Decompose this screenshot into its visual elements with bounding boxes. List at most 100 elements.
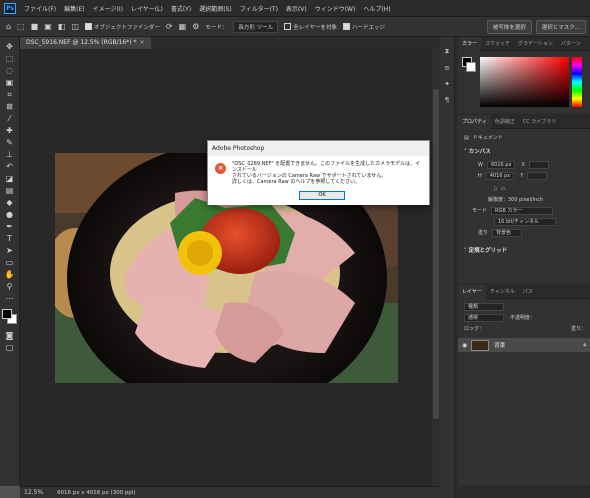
tab-adjustments[interactable]: 色調補正 bbox=[491, 115, 519, 129]
color-picker-field[interactable] bbox=[480, 57, 569, 107]
options-bar: ⌂ ⬚ ■ ▣ ◧ ◫ オブジェクトファインダー ⟳ ▦ ⚙ モード： 長方形 … bbox=[0, 17, 590, 37]
vertical-scrollbar[interactable] bbox=[432, 49, 440, 486]
tab-properties[interactable]: プロパティ bbox=[458, 114, 491, 129]
crop-tool-icon[interactable]: ⌗ bbox=[4, 90, 16, 100]
fill-select[interactable]: 背景色 bbox=[492, 228, 523, 237]
quick-mask-icon[interactable]: ◙ bbox=[4, 331, 16, 341]
status-bar: 12.5% 6016 px x 4016 px (300 ppi) bbox=[20, 486, 445, 498]
select-subject-button[interactable]: 被写体を選択 bbox=[486, 19, 532, 34]
select-mask-button[interactable]: 選択とマスク... bbox=[535, 19, 586, 34]
tab-color[interactable]: カラー bbox=[458, 36, 482, 51]
eyedropper-tool-icon[interactable]: ⁄ bbox=[4, 114, 16, 124]
lasso-tool-icon[interactable]: ◌ bbox=[4, 66, 16, 76]
hard-edge-checkbox[interactable] bbox=[342, 23, 350, 30]
intersect-selection-icon[interactable]: ◫ bbox=[71, 22, 79, 31]
brush-settings-icon[interactable]: ✦ bbox=[444, 80, 450, 88]
menu-help[interactable]: ヘルプ(H) bbox=[359, 4, 394, 13]
lock-label: ロック： bbox=[464, 326, 485, 332]
menu-type[interactable]: 書式(Y) bbox=[167, 4, 195, 13]
type-tool-icon[interactable]: T bbox=[4, 234, 16, 244]
y-label: Y bbox=[520, 172, 524, 179]
menu-filter[interactable]: フィルター(T) bbox=[236, 4, 282, 13]
ok-button[interactable]: OK bbox=[299, 191, 345, 200]
close-icon[interactable]: × bbox=[140, 39, 145, 46]
tab-cc-libraries[interactable]: CC ライブラリ bbox=[519, 115, 561, 129]
gradient-tool-icon[interactable]: ▤ bbox=[4, 186, 16, 196]
eraser-tool-icon[interactable]: ◪ bbox=[4, 174, 16, 184]
screen-mode-icon[interactable]: ▢ bbox=[4, 343, 16, 353]
menu-window[interactable]: ウィンドウ(W) bbox=[311, 4, 360, 13]
tab-swatches[interactable]: スウォッチ bbox=[481, 37, 514, 51]
portrait-icon[interactable]: ▯ bbox=[494, 186, 497, 192]
hand-tool-icon[interactable]: ✋ bbox=[4, 270, 16, 280]
more-tools-icon[interactable]: ⋯ bbox=[4, 294, 16, 304]
opacity-label: 不透明度： bbox=[510, 315, 536, 321]
menu-select[interactable]: 選択範囲(S) bbox=[195, 4, 236, 13]
menu-edit[interactable]: 編集(E) bbox=[60, 4, 88, 13]
pen-tool-icon[interactable]: ✒ bbox=[4, 222, 16, 232]
zoom-level[interactable]: 12.5% bbox=[24, 489, 43, 496]
marquee-tool-icon[interactable]: ⬚ bbox=[4, 54, 16, 64]
blend-mode-select[interactable]: 通常 bbox=[464, 313, 504, 322]
tab-channels[interactable]: チャンネル bbox=[486, 285, 519, 299]
settings-gear-icon[interactable]: ⚙ bbox=[192, 22, 199, 31]
move-tool-icon[interactable]: ✥ bbox=[4, 42, 16, 52]
object-select-tool-icon[interactable]: ▣ bbox=[4, 78, 16, 88]
eye-icon[interactable]: ◉ bbox=[462, 342, 467, 349]
paragraph-icon[interactable]: ¶ bbox=[445, 96, 449, 104]
zoom-tool-icon[interactable]: ⚲ bbox=[4, 282, 16, 292]
add-selection-icon[interactable]: ▣ bbox=[44, 22, 52, 31]
dodge-tool-icon[interactable]: ● bbox=[4, 210, 16, 220]
tab-layers[interactable]: レイヤー bbox=[458, 284, 486, 299]
document-info: 6016 px x 4016 px (300 ppi) bbox=[57, 489, 136, 496]
stamp-tool-icon[interactable]: ⊥ bbox=[4, 150, 16, 160]
subtract-selection-icon[interactable]: ◧ bbox=[58, 22, 66, 31]
color-panel-background-swatch[interactable] bbox=[466, 62, 476, 72]
menu-view[interactable]: 表示(V) bbox=[282, 4, 311, 13]
selection-tool-icon[interactable]: ⬚ bbox=[17, 22, 25, 31]
layer-background[interactable]: ◉ 背景 🔒︎ bbox=[458, 338, 590, 352]
canvas-section-header[interactable]: ˅ カンバス bbox=[458, 143, 590, 159]
frame-tool-icon[interactable]: ⊠ bbox=[4, 102, 16, 112]
sample-all-layers-checkbox[interactable] bbox=[284, 23, 292, 30]
document-tab-bar: DSC_5916.NEF @ 12.5% (RGB/16*) * × bbox=[20, 37, 445, 49]
tab-paths[interactable]: パス bbox=[519, 285, 537, 299]
menu-layer[interactable]: レイヤー(L) bbox=[127, 4, 167, 13]
properties-icon[interactable]: ≡ bbox=[444, 64, 450, 72]
rulers-grid-section-header[interactable]: ˅ 定規とグリッド bbox=[458, 242, 590, 258]
mode-label: モード bbox=[472, 208, 488, 214]
orientation-row: ▯ ▭ bbox=[458, 183, 590, 194]
properties-panel: プロパティ 色調補正 CC ライブラリ ▤ ドキュメント ˅ カンバス W 60… bbox=[458, 114, 590, 283]
color-panel-tabs: カラー スウォッチ グラデーション パターン bbox=[458, 36, 590, 51]
brush-tool-icon[interactable]: ✎ bbox=[4, 138, 16, 148]
scrollbar-thumb[interactable] bbox=[433, 89, 439, 419]
foreground-color-swatch[interactable] bbox=[1, 309, 12, 319]
healing-brush-tool-icon[interactable]: ✚ bbox=[4, 126, 16, 136]
hue-slider[interactable] bbox=[572, 57, 582, 107]
document-tab[interactable]: DSC_5916.NEF @ 12.5% (RGB/16*) * × bbox=[20, 37, 151, 49]
mode-select[interactable]: 長方形 ツール bbox=[233, 20, 279, 33]
mode-select[interactable]: RGB カラー bbox=[491, 206, 554, 215]
refresh-icon[interactable]: ⟳ bbox=[166, 22, 173, 31]
menu-image[interactable]: イメージ(I) bbox=[89, 4, 127, 13]
y-input[interactable] bbox=[527, 171, 548, 180]
menu-file[interactable]: ファイル(F) bbox=[20, 4, 60, 13]
show-objects-icon[interactable]: ▦ bbox=[179, 22, 187, 31]
landscape-icon[interactable]: ▭ bbox=[501, 186, 506, 192]
path-select-tool-icon[interactable]: ➤ bbox=[4, 246, 16, 256]
tab-gradients[interactable]: グラデーション bbox=[514, 37, 557, 51]
history-icon[interactable]: ⧗ bbox=[445, 47, 450, 56]
width-input[interactable]: 6016 px bbox=[486, 160, 516, 169]
blur-tool-icon[interactable]: ◆ bbox=[4, 198, 16, 208]
object-finder-checkbox[interactable] bbox=[84, 23, 92, 30]
height-input[interactable]: 4016 px bbox=[485, 171, 515, 180]
new-selection-icon[interactable]: ■ bbox=[31, 22, 39, 31]
home-icon[interactable]: ⌂ bbox=[6, 22, 11, 31]
shape-tool-icon[interactable]: ▭ bbox=[4, 258, 16, 268]
x-input[interactable] bbox=[528, 160, 549, 169]
layer-kind-filter[interactable]: 種類 bbox=[464, 302, 504, 311]
tab-patterns[interactable]: パターン bbox=[557, 37, 585, 51]
color-swatches[interactable] bbox=[1, 309, 18, 325]
history-brush-tool-icon[interactable]: ↶ bbox=[4, 162, 16, 172]
bit-depth-select[interactable]: 16 bit/チャンネル bbox=[494, 217, 556, 226]
